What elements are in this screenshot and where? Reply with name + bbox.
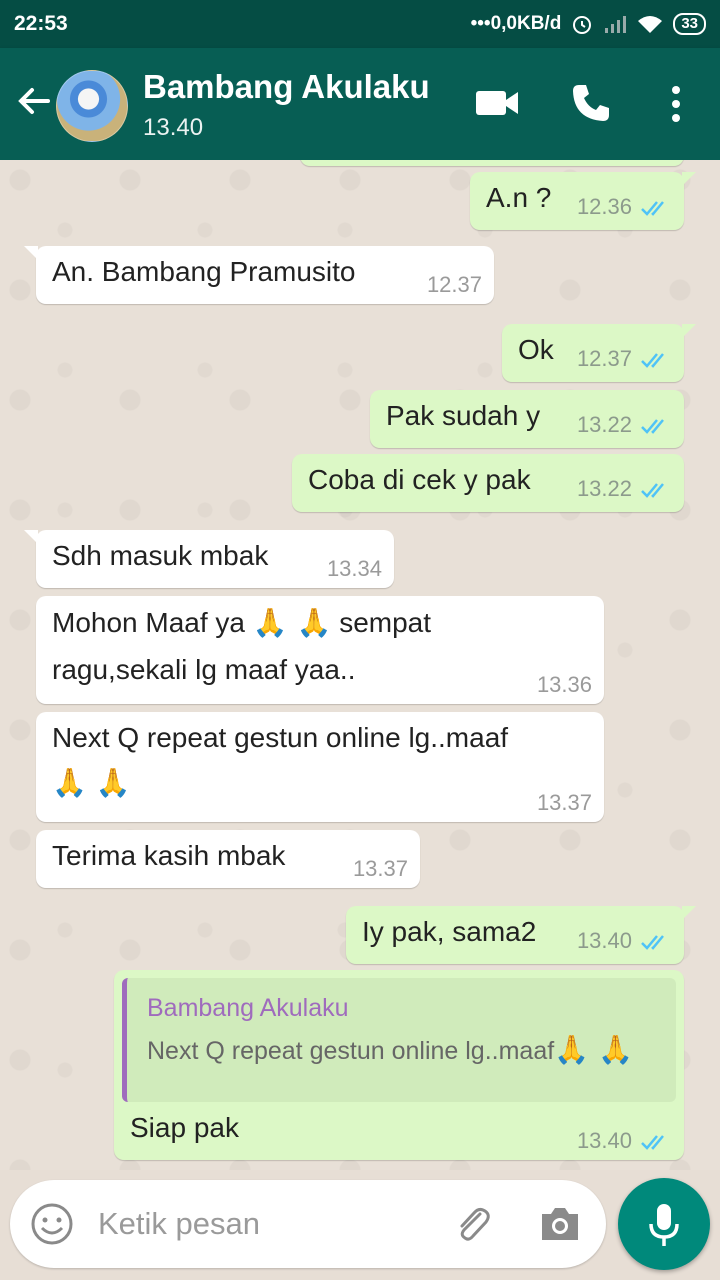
message-time: 13.37 [352, 856, 408, 881]
contact-name[interactable]: Bambang Akulaku [143, 68, 430, 106]
message-text: A.n ? [486, 182, 552, 213]
message-time: 13.37 [536, 790, 592, 815]
microphone-icon [649, 1204, 679, 1246]
read-ticks-icon [641, 419, 664, 435]
network-speed: •••0,0KB/d [470, 13, 562, 34]
message-bubble-partial [300, 160, 684, 166]
signal-icon [605, 16, 627, 33]
message-composer: Ketik pesan [10, 1180, 606, 1268]
message-input[interactable]: Ketik pesan [98, 1206, 260, 1242]
message-time: 13.34 [326, 556, 382, 581]
message-text: Next Q repeat gestun online lg..maaf [52, 722, 509, 753]
message-bubble-incoming[interactable]: Next Q repeat gestun online lg..maaf 🙏 🙏… [36, 712, 604, 822]
message-bubble-outgoing[interactable]: Ok 12.37 [502, 324, 696, 382]
folded-hands-emoji: 🙏 🙏 [554, 1033, 633, 1066]
folded-hands-emoji: 🙏 🙏 [252, 606, 332, 639]
message-bubble-outgoing[interactable]: Iy pak, sama2 13.40 [346, 906, 696, 964]
back-arrow-icon[interactable] [14, 82, 52, 120]
voice-message-button[interactable] [618, 1178, 710, 1270]
read-ticks-icon [641, 483, 664, 499]
folded-hands-emoji: 🙏 🙏 [52, 766, 131, 799]
message-bubble-outgoing[interactable]: Coba di cek y pak 13.22 [292, 454, 684, 512]
video-call-icon[interactable] [474, 86, 520, 120]
message-time: 13.22 [577, 476, 670, 502]
message-text: Sdh masuk mbak [52, 540, 269, 571]
message-text: Coba di cek y pak [308, 464, 531, 495]
message-time: 13.36 [536, 672, 592, 697]
last-seen: 13.40 [143, 114, 204, 141]
message-bubble-incoming[interactable]: Terima kasih mbak 13.37 [36, 830, 420, 888]
battery-indicator: 33 [673, 13, 706, 35]
message-time: 13.40 [577, 928, 670, 954]
message-bubble-incoming[interactable]: Mohon Maaf ya 🙏 🙏 sempat ragu,sekali lg … [36, 596, 604, 704]
message-time: 13.22 [577, 412, 670, 438]
message-bubble-outgoing[interactable]: A.n ? 12.36 [470, 172, 696, 230]
message-text: Ok [518, 334, 554, 365]
message-text-line2: ragu,sekali lg maaf yaa.. [52, 654, 356, 685]
message-time: 12.37 [426, 272, 482, 297]
message-text: Siap pak [130, 1112, 239, 1143]
phone-icon[interactable] [570, 82, 612, 124]
status-icons: •••0,0KB/d 33 [471, 13, 706, 35]
wifi-icon [638, 16, 663, 33]
camera-icon[interactable] [538, 1204, 582, 1244]
read-ticks-icon [641, 201, 664, 217]
contact-avatar[interactable] [56, 70, 128, 142]
quoted-sender: Bambang Akulaku [147, 994, 349, 1022]
read-ticks-icon [641, 1135, 664, 1151]
status-time: 22:53 [14, 12, 68, 35]
message-text: An. Bambang Pramusito [52, 256, 356, 287]
quoted-text: Next Q repeat gestun online lg..maaf🙏 🙏 [147, 1033, 633, 1066]
message-time: 12.36 [577, 194, 670, 220]
message-text: Iy pak, sama2 [362, 916, 537, 947]
more-vertical-icon[interactable] [662, 84, 690, 124]
message-text: Pak sudah y [386, 400, 541, 431]
read-ticks-icon [641, 353, 664, 369]
status-bar: 22:53 •••0,0KB/d 33 [0, 0, 720, 48]
alarm-icon [573, 16, 592, 34]
chat-area[interactable]: A.n ? 12.36 An. Bambang Pramusito 12.37 … [0, 160, 720, 1170]
message-bubble-incoming[interactable]: An. Bambang Pramusito 12.37 [24, 246, 494, 304]
message-time: 12.37 [577, 346, 670, 372]
chat-header: Bambang Akulaku 13.40 [0, 48, 720, 160]
read-ticks-icon [641, 935, 664, 951]
quoted-message[interactable]: Bambang Akulaku Next Q repeat gestun onl… [122, 978, 676, 1102]
smiley-icon[interactable] [30, 1202, 74, 1246]
message-bubble-outgoing[interactable]: Pak sudah y 13.22 [370, 390, 684, 448]
message-text: Mohon Maaf ya 🙏 🙏 sempat [52, 606, 432, 639]
message-bubble-incoming[interactable]: Sdh masuk mbak 13.34 [24, 530, 394, 588]
paperclip-icon[interactable] [450, 1202, 494, 1246]
message-time: 13.40 [577, 1128, 670, 1154]
message-bubble-reply[interactable]: Bambang Akulaku Next Q repeat gestun onl… [114, 970, 684, 1160]
message-text: Terima kasih mbak [52, 840, 286, 871]
